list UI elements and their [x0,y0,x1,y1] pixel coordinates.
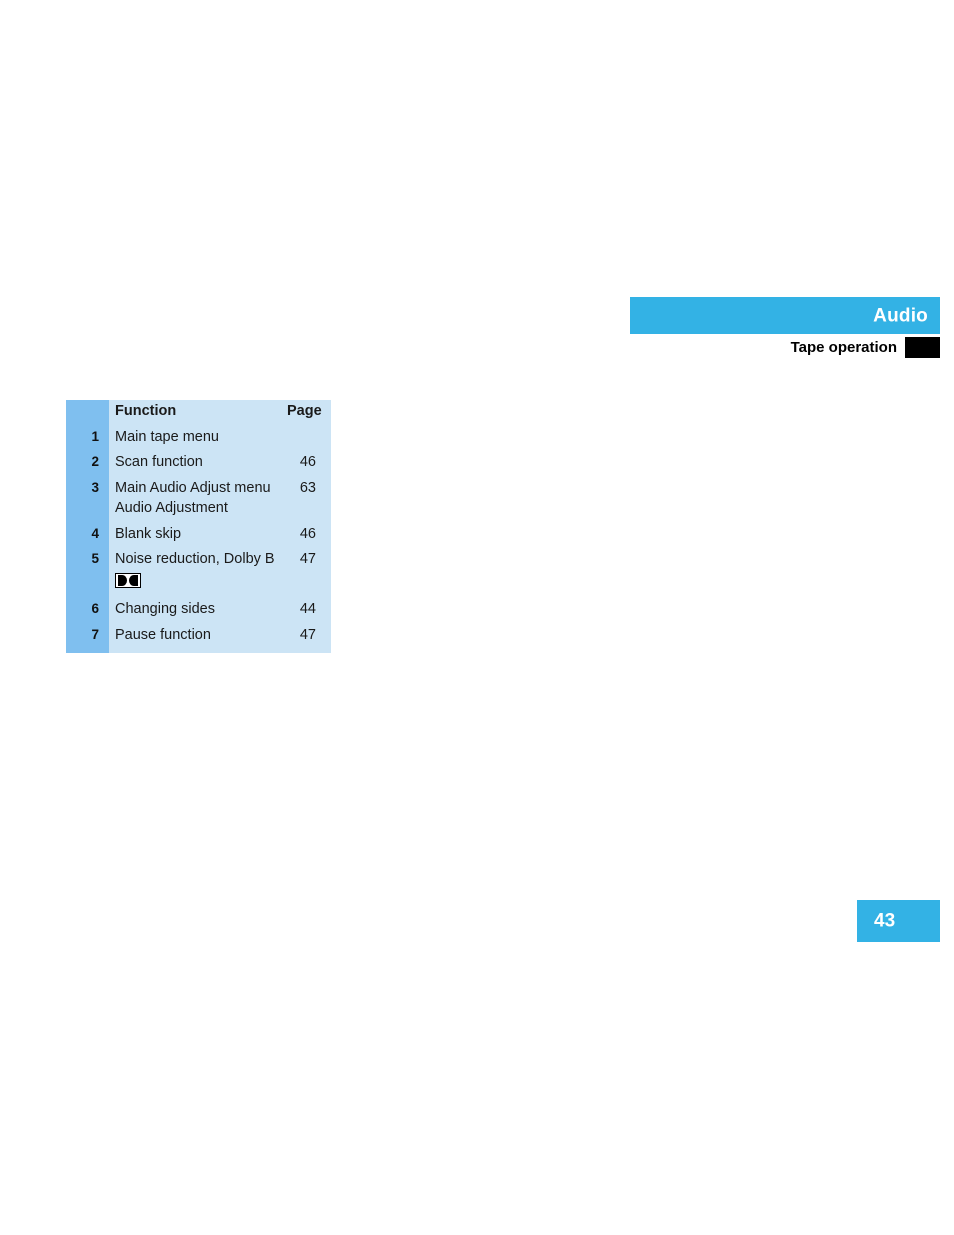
row-number: 2 [91,454,99,469]
legend-table-body: 1 Main tape menu 2 Scan function 46 3 Ma… [66,428,331,654]
row-function: Scan function [109,455,281,481]
row-page: 47 [299,551,316,567]
row-function-line: Blank skip [115,525,182,542]
row-page: 47 [299,626,316,643]
row-function: Noise reduction, Dolby B [109,552,281,602]
row-number: 6 [91,601,99,616]
table-row: 1 Main tape menu [66,428,331,456]
row-function-line: Scan function [115,454,203,470]
row-function-line: Main Audio Adjust menu [115,479,271,496]
row-function-line: Main tape menu [115,428,219,445]
page-number: 43 [874,910,896,932]
row-number: 5 [91,551,99,566]
dolby-left-d-shape [118,574,127,586]
row-function: Changing sides [109,602,281,628]
row-function: Blank skip [109,525,281,553]
page-title: Audio [873,305,928,326]
column-header-function: Function [115,403,177,419]
row-page: 46 [299,454,316,470]
column-header-number [66,400,109,430]
table-row: 7 Pause function 47 [66,626,331,654]
table-row: 2 Scan function 46 [66,455,331,481]
row-page [281,430,331,456]
table-header-row: Function Page [66,400,331,430]
column-header-page: Page [287,403,322,419]
row-page: 46 [299,525,316,542]
page-number-badge: 43 [857,900,940,942]
dolby-double-d-icon [115,572,141,588]
row-function-line-secondary: Audio Adjustment [115,500,228,516]
row-number: 3 [91,479,99,495]
table-row: 3 Main Audio Adjust menu Audio Adjustmen… [66,479,331,527]
row-function: Pause function [109,626,281,654]
legend-table-head: Function Page [66,400,331,430]
row-number: 4 [91,525,99,541]
dolby-right-d-shape [129,574,138,586]
row-number: 7 [91,626,99,642]
row-function-line: Noise reduction, Dolby B [115,551,275,567]
subsection-header-row: Tape operation [630,337,940,358]
section-header-bar: Audio [630,297,940,334]
row-function: Main Audio Adjust menu Audio Adjustment [109,479,281,527]
row-function: Main tape menu [109,428,281,456]
legend-table-grid: Function Page 1 Main tape menu 2 Scan fu… [66,400,331,653]
table-row: 5 Noise reduction, Dolby B 47 [66,552,331,602]
row-function-line: Changing sides [115,601,215,617]
row-page: 63 [299,479,316,496]
table-row: 4 Blank skip 46 [66,525,331,553]
chapter-tab-marker-icon [905,337,940,358]
function-legend-table: Function Page 1 Main tape menu 2 Scan fu… [66,400,331,653]
subsection-title: Tape operation [790,339,897,356]
table-row: 6 Changing sides 44 [66,602,331,628]
row-page: 44 [299,601,316,617]
row-function-line: Pause function [115,626,211,643]
row-number: 1 [91,428,99,444]
